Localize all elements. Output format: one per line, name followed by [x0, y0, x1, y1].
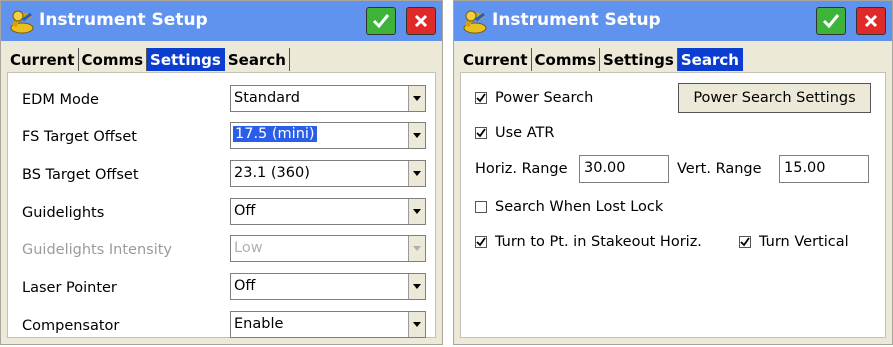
edm-mode-select[interactable]: Standard	[230, 85, 426, 112]
settings-panel: Instrument Setup Current Comms Settings …	[0, 0, 443, 345]
settings-content: EDM Mode Standard FS Target Offset 17.5 …	[7, 72, 436, 338]
dropdown-arrow-icon[interactable]	[408, 123, 425, 148]
compensator-label: Compensator	[22, 318, 120, 334]
power-search-checkbox[interactable]: Power Search	[475, 90, 593, 106]
checkmark-icon	[740, 237, 750, 247]
compensator-value: Enable	[234, 316, 284, 332]
tab-current[interactable]: Current	[460, 48, 532, 71]
title-bar: Instrument Setup	[454, 1, 892, 41]
dropdown-arrow-icon[interactable]	[408, 161, 425, 186]
title-bar: Instrument Setup	[1, 1, 442, 41]
dropdown-arrow-icon[interactable]	[408, 199, 425, 224]
search-when-lost-lock-checkbox[interactable]: Search When Lost Lock	[475, 199, 663, 215]
bs-target-offset-label: BS Target Offset	[22, 167, 139, 183]
checkbox-box[interactable]	[739, 236, 751, 248]
use-atr-label: Use ATR	[495, 125, 555, 141]
vert-range-label: Vert. Range	[677, 161, 762, 177]
checkmark-icon	[476, 237, 486, 247]
search-when-lost-lock-label: Search When Lost Lock	[495, 199, 664, 215]
tab-search[interactable]: Search	[677, 48, 743, 71]
dropdown-arrow-icon[interactable]	[408, 312, 425, 337]
laser-pointer-label: Laser Pointer	[22, 280, 117, 296]
ok-button[interactable]	[816, 7, 846, 35]
guidelights-label: Guidelights	[22, 205, 105, 221]
checkmark-icon	[372, 14, 390, 29]
tab-comms[interactable]: Comms	[532, 48, 601, 71]
checkmark-icon	[822, 14, 840, 29]
cancel-button[interactable]	[406, 7, 436, 35]
horiz-range-input[interactable]: 30.00	[579, 155, 669, 183]
guidelights-intensity-select: Low	[230, 235, 426, 262]
compensator-select[interactable]: Enable	[230, 311, 426, 338]
guidelights-select[interactable]: Off	[230, 198, 426, 225]
fs-target-offset-select[interactable]: 17.5 (mini)	[230, 122, 426, 149]
power-search-settings-button[interactable]: Power Search Settings	[678, 83, 871, 113]
search-content: Power Search Power Search Settings Use A…	[460, 72, 886, 338]
tab-bar: Current Comms Settings Search	[454, 43, 892, 71]
checkbox-box[interactable]	[475, 127, 487, 139]
guidelights-intensity-label: Guidelights Intensity	[22, 242, 172, 258]
edm-mode-value: Standard	[234, 90, 300, 106]
cancel-button[interactable]	[856, 7, 886, 35]
laser-pointer-select[interactable]: Off	[230, 273, 426, 300]
tab-bar: Current Comms Settings Search	[1, 43, 442, 71]
checkmark-icon	[476, 93, 486, 103]
tab-search[interactable]: Search	[225, 48, 290, 71]
checkbox-box[interactable]	[475, 92, 487, 104]
turn-vertical-checkbox[interactable]: Turn Vertical	[739, 234, 849, 250]
close-icon	[414, 14, 428, 28]
instrument-icon	[463, 10, 487, 34]
turn-to-pt-checkbox[interactable]: Turn to Pt. in Stakeout Horiz.	[475, 234, 702, 250]
turn-to-pt-label: Turn to Pt. in Stakeout Horiz.	[495, 234, 702, 250]
window-title: Instrument Setup	[39, 10, 208, 30]
laser-pointer-value: Off	[234, 278, 256, 294]
checkbox-box[interactable]	[475, 236, 487, 248]
use-atr-checkbox[interactable]: Use ATR	[475, 125, 554, 141]
fs-target-offset-label: FS Target Offset	[22, 129, 137, 145]
bs-target-offset-value: 23.1 (360)	[234, 165, 310, 181]
ok-button[interactable]	[366, 7, 396, 35]
checkmark-icon	[476, 128, 486, 138]
dropdown-arrow-icon[interactable]	[408, 86, 425, 111]
vert-range-input[interactable]: 15.00	[779, 155, 869, 183]
window-title: Instrument Setup	[492, 10, 661, 30]
tab-comms[interactable]: Comms	[79, 48, 148, 71]
edm-mode-label: EDM Mode	[22, 92, 99, 108]
turn-vertical-label: Turn Vertical	[759, 234, 849, 250]
dropdown-arrow-icon[interactable]	[408, 274, 425, 299]
fs-target-offset-value: 17.5 (mini)	[233, 126, 317, 142]
close-icon	[864, 14, 878, 28]
tab-current[interactable]: Current	[7, 48, 79, 71]
guidelights-intensity-value: Low	[234, 240, 263, 256]
bs-target-offset-select[interactable]: 23.1 (360)	[230, 160, 426, 187]
dropdown-arrow-icon	[408, 236, 425, 261]
power-search-label: Power Search	[495, 90, 594, 106]
tab-settings[interactable]: Settings	[600, 48, 678, 71]
search-panel: Instrument Setup Current Comms Settings …	[453, 0, 893, 345]
horiz-range-label: Horiz. Range	[475, 161, 568, 177]
tab-settings[interactable]: Settings	[147, 48, 225, 71]
instrument-icon	[10, 10, 34, 34]
checkbox-box[interactable]	[475, 201, 487, 213]
guidelights-value: Off	[234, 203, 256, 219]
